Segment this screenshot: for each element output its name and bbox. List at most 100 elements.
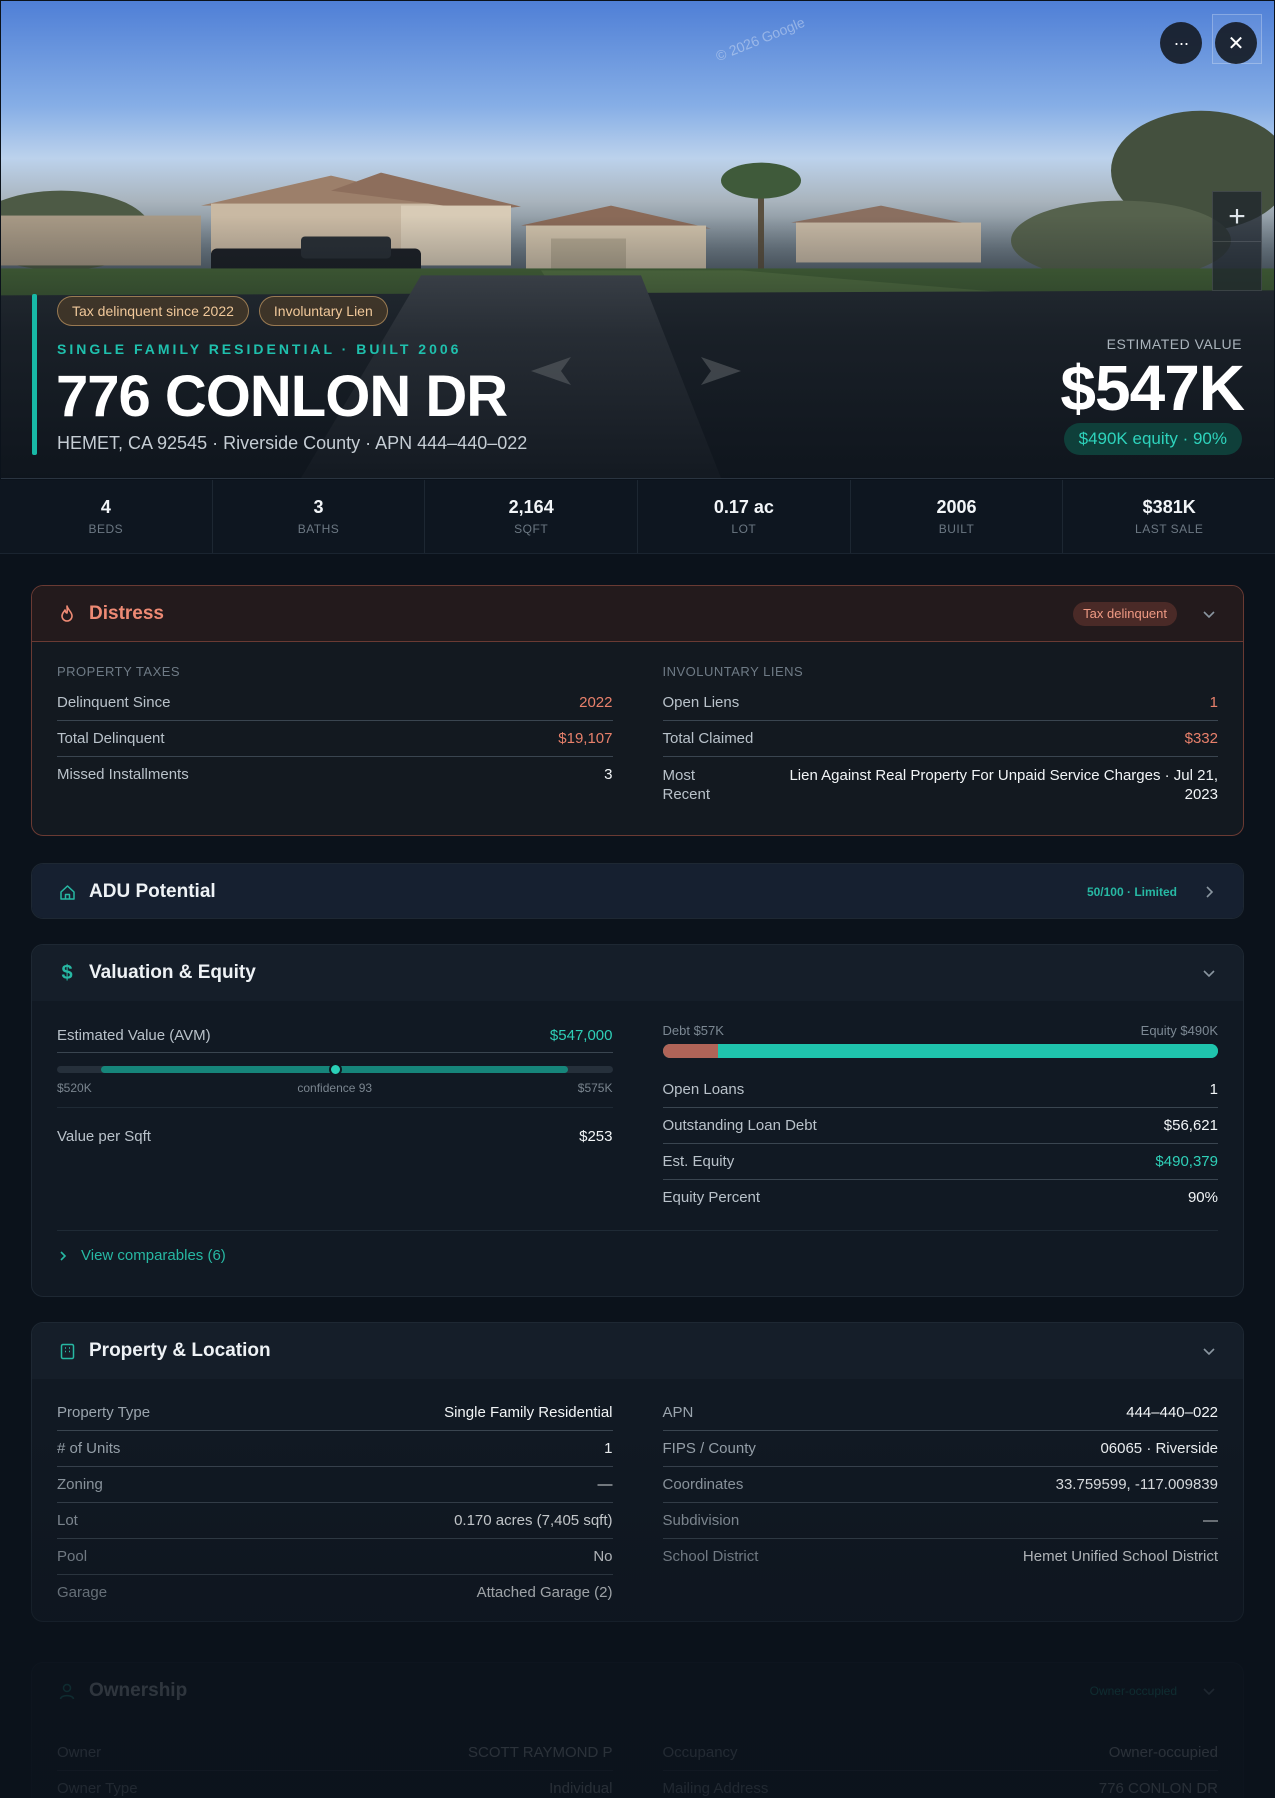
chevron-down-icon[interactable] xyxy=(1201,606,1217,622)
table-row: Total Delinquent $19,107 xyxy=(57,721,613,757)
property-header[interactable]: Property & Location xyxy=(32,1323,1243,1379)
valuation-header[interactable]: $ Valuation & Equity xyxy=(32,945,1243,1001)
table-row: Zoning — xyxy=(57,1467,613,1503)
property-title: Property & Location xyxy=(89,1340,271,1361)
involuntary-liens-column: INVOLUNTARY LIENS Open Liens 1 Total Cla… xyxy=(662,642,1219,812)
row-value: 1 xyxy=(1209,694,1218,711)
stat-label: LOT xyxy=(731,522,757,536)
more-options-button[interactable]: ··· xyxy=(1160,22,1202,64)
row-value: — xyxy=(597,1476,613,1493)
row-value: 2022 xyxy=(579,694,613,711)
debt-label: Debt $57K xyxy=(662,1023,724,1038)
row-label: Est. Equity xyxy=(662,1153,735,1170)
row-value: 1 xyxy=(1209,1081,1218,1098)
property-location-card: Property & Location Property Type Single … xyxy=(31,1322,1244,1622)
table-row: Est. Equity $490,379 xyxy=(662,1144,1218,1180)
property-body: Property Type Single Family Residential #… xyxy=(32,1379,1243,1611)
property-right-column: APN 444–440–022 FIPS / County 06065 · Rive… xyxy=(662,1395,1218,1611)
ownership-header[interactable]: Ownership Owner-occupied xyxy=(32,1663,1243,1719)
row-value: SCOTT RAYMOND P xyxy=(468,1744,613,1761)
equity-segment xyxy=(718,1044,1218,1058)
range-marker xyxy=(328,1063,342,1076)
table-row: Garage Attached Garage (2) xyxy=(57,1575,613,1611)
table-row: Occupancy Owner-occupied xyxy=(662,1735,1218,1771)
view-comparables-link[interactable]: View comparables (6) xyxy=(57,1230,1218,1264)
stat-value: 2,164 xyxy=(508,497,554,517)
stat-label: SQFT xyxy=(514,522,549,536)
accent-bar xyxy=(32,294,37,455)
table-row: Missed Installments 3 xyxy=(57,757,613,793)
hero-street-view[interactable]: © 2026 Google ··· ✕ + Tax delinquent sin… xyxy=(1,1,1274,479)
stat-value: 2006 xyxy=(936,497,977,517)
table-row: Value per Sqft $253 xyxy=(57,1108,613,1153)
avm-row: Estimated Value (AVM) $547,000 xyxy=(57,1001,613,1053)
adu-title: ADU Potential xyxy=(89,881,216,902)
row-label: Zoning xyxy=(57,1476,103,1493)
chevron-right-icon xyxy=(60,1250,67,1261)
chevron-down-icon[interactable] xyxy=(1201,1683,1217,1699)
row-label: Total Claimed xyxy=(662,730,754,747)
stat-beds: 4 BEDS xyxy=(0,480,213,553)
adu-potential-card[interactable]: ADU Potential 50/100 · Limited xyxy=(31,863,1244,919)
row-value: 1 xyxy=(604,1440,613,1457)
chevron-down-icon[interactable] xyxy=(1201,1343,1217,1359)
row-value: $253 xyxy=(579,1128,613,1145)
row-label: Equity Percent xyxy=(662,1189,761,1206)
zoom-out-button[interactable] xyxy=(1213,242,1261,291)
stat-last-sale: $381K LAST SALE xyxy=(1063,480,1275,553)
avm-label: Estimated Value (AVM) xyxy=(57,1027,211,1044)
involuntary-liens-label: INVOLUNTARY LIENS xyxy=(662,664,804,679)
arrow-left-icon[interactable] xyxy=(531,357,571,385)
row-label: Garage xyxy=(57,1584,108,1601)
distress-title: Distress xyxy=(89,602,164,624)
range-labels: $520K confidence 93 $575K xyxy=(57,1081,613,1108)
ownership-title: Ownership xyxy=(89,1680,188,1701)
row-label: FIPS / County xyxy=(662,1440,756,1457)
debt-segment xyxy=(662,1044,719,1058)
debt-equity-labels: Debt $57K Equity $490K xyxy=(663,1023,1219,1038)
property-left-column: Property Type Single Family Residential #… xyxy=(57,1395,613,1611)
zoom-control: + xyxy=(1212,191,1262,291)
tax-delinquent-badge: Tax delinquent xyxy=(1073,601,1177,626)
row-label: Delinquent Since xyxy=(57,694,171,711)
ownership-right-column: Occupancy Owner-occupied Mailing Address 7… xyxy=(662,1735,1218,1798)
distress-body: PROPERTY TAXES Delinquent Since 2022 Tot… xyxy=(32,642,1243,812)
hero-tags: Tax delinquent since 2022 Involuntary Li… xyxy=(57,296,388,326)
property-taxes-label: PROPERTY TAXES xyxy=(57,664,181,679)
zoom-in-button[interactable]: + xyxy=(1213,192,1261,242)
row-label: Outstanding Loan Debt xyxy=(662,1117,817,1134)
chevron-right-icon[interactable] xyxy=(1201,884,1217,900)
stat-value: $381K xyxy=(1142,497,1196,517)
row-label: Lot xyxy=(57,1512,78,1529)
row-label: Open Loans xyxy=(662,1081,745,1098)
table-row: APN 444–440–022 xyxy=(662,1395,1218,1431)
distress-card: Distress Tax delinquent PROPERTY TAXES D… xyxy=(31,585,1244,836)
row-value: 33.759599, -117.009839 xyxy=(1055,1476,1218,1493)
stat-label: BEDS xyxy=(88,522,124,536)
row-label: Open Liens xyxy=(662,694,740,711)
equity-label: Equity $490K xyxy=(1140,1023,1218,1038)
row-value: Single Family Residential xyxy=(444,1404,613,1421)
ownership-body: Owner SCOTT RAYMOND P Owner Type Individua… xyxy=(32,1719,1243,1798)
valuation-body: Estimated Value (AVM) $547,000 $520K con… xyxy=(32,1001,1243,1216)
adu-header[interactable]: ADU Potential 50/100 · Limited xyxy=(32,864,1243,918)
table-row: Coordinates 33.759599, -117.009839 xyxy=(662,1467,1218,1503)
distress-header[interactable]: Distress Tax delinquent xyxy=(32,586,1243,642)
stat-baths: 3 BATHS xyxy=(213,480,426,553)
table-row: Lot 0.170 acres (7,405 sqft) xyxy=(57,1503,613,1539)
row-value: 444–440–022 xyxy=(1126,1404,1218,1421)
chevron-down-icon[interactable] xyxy=(1201,965,1217,981)
close-icon: ✕ xyxy=(1227,32,1245,55)
stat-value: 3 xyxy=(313,497,324,517)
table-row: Outstanding Loan Debt $56,621 xyxy=(662,1108,1218,1144)
row-label: Total Delinquent xyxy=(57,730,165,747)
avm-value: $547,000 xyxy=(549,1027,613,1044)
close-button[interactable]: ✕ xyxy=(1215,22,1257,64)
table-row: Open Liens 1 xyxy=(662,685,1218,721)
property-address-title: 776 CONLON DR xyxy=(56,364,508,429)
tag-involuntary-lien: Involuntary Lien xyxy=(258,296,388,326)
adu-score: 50/100 · Limited xyxy=(1086,885,1177,899)
table-row: Most Recent Lien Against Real Property F… xyxy=(663,757,1219,812)
arrow-right-icon[interactable] xyxy=(701,357,741,385)
row-value: 0.170 acres (7,405 sqft) xyxy=(454,1512,613,1529)
